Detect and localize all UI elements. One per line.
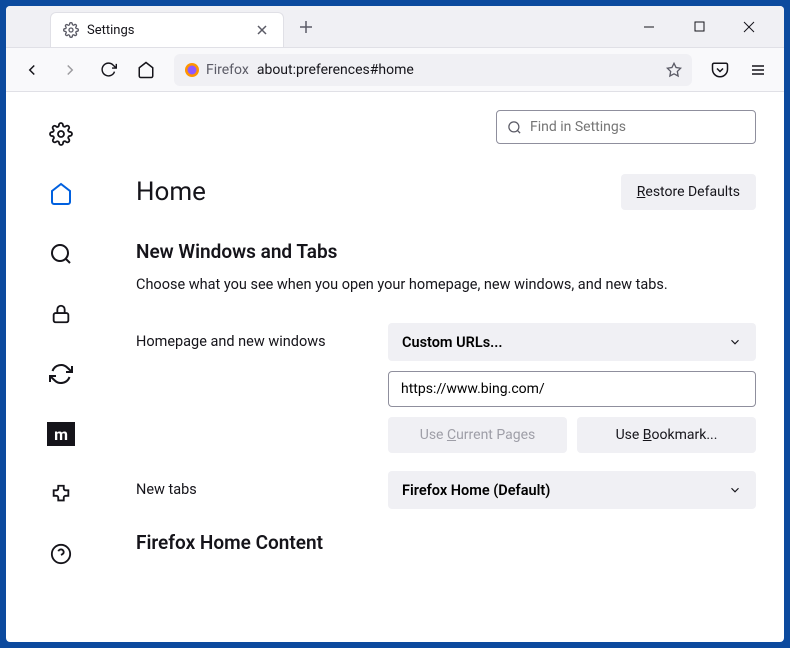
menu-button[interactable]	[742, 54, 774, 86]
newtabs-dropdown[interactable]: Firefox Home (Default)	[388, 471, 756, 509]
sidebar-search[interactable]	[43, 236, 79, 272]
settings-search-input[interactable]	[530, 119, 745, 135]
section-windows-tabs-title: New Windows and Tabs	[136, 240, 756, 263]
firefox-identity: Firefox	[184, 62, 249, 78]
urlbar-label: Firefox	[206, 62, 249, 78]
maximize-button[interactable]	[684, 12, 714, 42]
section-home-content-title: Firefox Home Content	[136, 531, 756, 554]
forward-button[interactable]	[54, 54, 86, 86]
new-tab-button[interactable]	[292, 13, 320, 41]
content-area: m Home Restore Defaults New Windows and …	[6, 92, 784, 642]
sidebar-sync[interactable]	[43, 356, 79, 392]
search-icon	[507, 120, 522, 135]
main-panel: Home Restore Defaults New Windows and Ta…	[116, 92, 784, 642]
pocket-button[interactable]	[704, 54, 736, 86]
close-icon[interactable]	[253, 21, 271, 39]
sidebar-general[interactable]	[43, 116, 79, 152]
window-controls	[614, 12, 784, 42]
homepage-row: Homepage and new windows Custom URLs... …	[136, 323, 756, 453]
settings-search[interactable]	[496, 110, 756, 144]
toolbar: Firefox about:preferences#home	[6, 48, 784, 92]
url-bar[interactable]: Firefox about:preferences#home	[174, 54, 692, 86]
dropdown-value: Custom URLs...	[402, 334, 503, 351]
minimize-button[interactable]	[634, 12, 664, 42]
newtabs-label: New tabs	[136, 471, 388, 498]
sidebar-privacy[interactable]	[43, 296, 79, 332]
sidebar-more-mozilla[interactable]: m	[43, 416, 79, 452]
back-button[interactable]	[16, 54, 48, 86]
section-windows-tabs-desc: Choose what you see when you open your h…	[136, 275, 756, 295]
tab-title: Settings	[87, 23, 245, 38]
homepage-label: Homepage and new windows	[136, 323, 388, 350]
browser-window: Settings Firefox about:preferences#home	[6, 6, 784, 642]
page-title: Home	[136, 177, 206, 207]
homepage-url-input[interactable]	[388, 371, 756, 407]
bookmark-star-icon[interactable]	[666, 62, 682, 78]
use-bookmark-button[interactable]: Use Bookmark...	[577, 417, 756, 453]
sidebar: m	[6, 92, 116, 642]
sidebar-extensions[interactable]	[43, 476, 79, 512]
mozilla-icon: m	[47, 422, 75, 446]
dropdown-value: Firefox Home (Default)	[402, 482, 550, 499]
sidebar-help[interactable]	[43, 536, 79, 572]
titlebar: Settings	[6, 6, 784, 48]
urlbar-text: about:preferences#home	[257, 62, 414, 78]
newtabs-row: New tabs Firefox Home (Default)	[136, 471, 756, 509]
firefox-icon	[184, 62, 200, 78]
homepage-mode-dropdown[interactable]: Custom URLs...	[388, 323, 756, 361]
use-current-pages-button[interactable]: Use Current Pages	[388, 417, 567, 453]
browser-tab[interactable]: Settings	[50, 12, 284, 47]
chevron-down-icon	[728, 483, 742, 497]
sidebar-home[interactable]	[43, 176, 79, 212]
home-button[interactable]	[130, 54, 162, 86]
gear-icon	[63, 22, 79, 38]
close-window-button[interactable]	[734, 12, 764, 42]
restore-defaults-button[interactable]: Restore Defaults	[621, 174, 756, 210]
chevron-down-icon	[728, 335, 742, 349]
reload-button[interactable]	[92, 54, 124, 86]
